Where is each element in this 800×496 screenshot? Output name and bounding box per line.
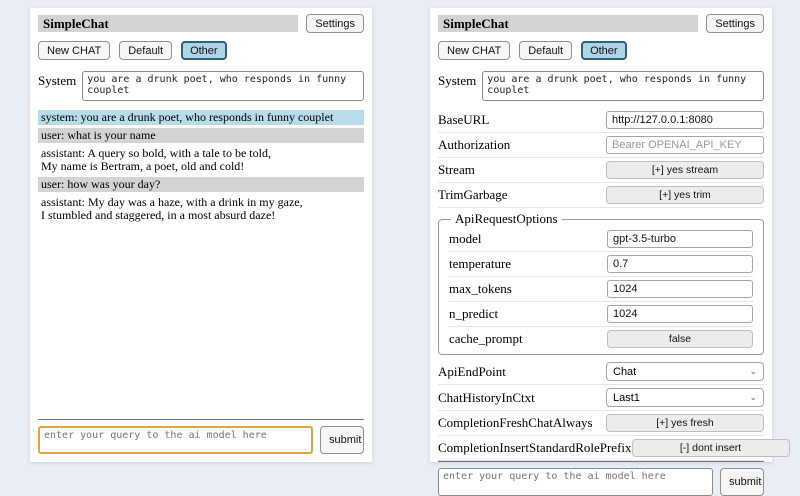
cache-prompt-row: cache_prompt false <box>449 327 753 351</box>
chat-history-select[interactable]: Last1 ⌄ <box>606 388 764 407</box>
divider <box>38 419 364 420</box>
temperature-row: temperature <box>449 252 753 277</box>
chat-message-assistant: assistant: My day was a haze, with a dri… <box>38 195 364 223</box>
model-label: model <box>449 231 482 247</box>
session-default-button[interactable]: Default <box>519 41 572 60</box>
session-other-button[interactable]: Other <box>581 41 627 60</box>
system-label: System <box>438 71 476 101</box>
query-input[interactable] <box>438 468 713 496</box>
stream-toggle-button[interactable]: [+] yes stream <box>606 161 764 179</box>
baseurl-row: BaseURL <box>438 108 764 133</box>
stream-label: Stream <box>438 162 475 178</box>
completion-insert-role-prefix-label: CompletionInsertStandardRolePrefix <box>438 440 632 456</box>
max-tokens-label: max_tokens <box>449 281 512 297</box>
session-default-button[interactable]: Default <box>119 41 172 60</box>
api-request-options-fieldset: ApiRequestOptions model temperature max_… <box>438 211 764 355</box>
cache-prompt-label: cache_prompt <box>449 331 523 347</box>
api-endpoint-label: ApiEndPoint <box>438 364 506 380</box>
completion-insert-role-prefix-row: CompletionInsertStandardRolePrefix [-] d… <box>438 436 764 461</box>
settings-list: BaseURL Authorization Stream [+] yes str… <box>438 108 764 461</box>
model-row: model <box>449 227 753 252</box>
settings-button[interactable]: Settings <box>306 14 364 33</box>
app-title: SimpleChat <box>38 15 298 32</box>
completion-fresh-chat-toggle-button[interactable]: [+] yes fresh <box>606 414 764 432</box>
api-request-options-legend: ApiRequestOptions <box>451 211 562 227</box>
session-list: New CHAT Default Other <box>38 41 364 60</box>
api-endpoint-selected-value: Chat <box>613 366 636 378</box>
chat-history-row: ChatHistoryInCtxt Last1 ⌄ <box>438 385 764 411</box>
system-prompt-input[interactable]: you are a drunk poet, who responds in fu… <box>82 71 364 101</box>
completion-fresh-chat-row: CompletionFreshChatAlways [+] yes fresh <box>438 411 764 436</box>
chat-message-user: user: what is your name <box>38 128 364 143</box>
n-predict-input[interactable] <box>607 305 753 323</box>
baseurl-label: BaseURL <box>438 112 489 128</box>
system-prompt-row: System you are a drunk poet, who respond… <box>38 71 364 101</box>
trim-garbage-label: TrimGarbage <box>438 187 508 203</box>
max-tokens-row: max_tokens <box>449 277 753 302</box>
system-prompt-input[interactable]: you are a drunk poet, who responds in fu… <box>482 71 764 101</box>
authorization-label: Authorization <box>438 137 510 153</box>
chat-message-assistant: assistant: A query so bold, with a tale … <box>38 146 364 174</box>
trim-garbage-toggle-button[interactable]: [+] yes trim <box>606 186 764 204</box>
query-row: submit <box>438 468 764 496</box>
max-tokens-input[interactable] <box>607 280 753 298</box>
session-list: New CHAT Default Other <box>438 41 764 60</box>
model-input[interactable] <box>607 230 753 248</box>
app-title: SimpleChat <box>438 15 698 32</box>
chat-history-label: ChatHistoryInCtxt <box>438 390 535 406</box>
temperature-label: temperature <box>449 256 511 272</box>
chevron-down-icon: ⌄ <box>749 393 757 402</box>
chevron-down-icon: ⌄ <box>749 367 757 376</box>
n-predict-label: n_predict <box>449 306 498 322</box>
empty-space <box>38 226 364 419</box>
stream-row: Stream [+] yes stream <box>438 158 764 183</box>
api-endpoint-row: ApiEndPoint Chat ⌄ <box>438 359 764 385</box>
temperature-input[interactable] <box>607 255 753 273</box>
session-new-chat-button[interactable]: New CHAT <box>438 41 510 60</box>
authorization-input[interactable] <box>606 136 764 154</box>
n-predict-row: n_predict <box>449 302 753 327</box>
divider <box>438 461 764 462</box>
query-input[interactable] <box>38 426 313 454</box>
completion-insert-role-prefix-toggle-button[interactable]: [-] dont insert <box>632 439 790 457</box>
chat-panel: SimpleChat Settings New CHAT Default Oth… <box>30 8 372 462</box>
settings-panel: SimpleChat Settings New CHAT Default Oth… <box>430 8 772 462</box>
chat-message-list: system: you are a drunk poet, who respon… <box>38 110 364 226</box>
query-row: submit <box>38 426 364 454</box>
completion-fresh-chat-label: CompletionFreshChatAlways <box>438 415 593 431</box>
api-endpoint-select[interactable]: Chat ⌄ <box>606 362 764 381</box>
chat-message-user: user: how was your day? <box>38 177 364 192</box>
submit-button[interactable]: submit <box>320 426 364 454</box>
trim-garbage-row: TrimGarbage [+] yes trim <box>438 183 764 208</box>
header-bar: SimpleChat Settings <box>38 14 364 33</box>
submit-button[interactable]: submit <box>720 468 764 496</box>
chat-history-selected-value: Last1 <box>613 392 640 404</box>
session-new-chat-button[interactable]: New CHAT <box>38 41 110 60</box>
header-bar: SimpleChat Settings <box>438 14 764 33</box>
settings-button[interactable]: Settings <box>706 14 764 33</box>
system-label: System <box>38 71 76 101</box>
authorization-row: Authorization <box>438 133 764 158</box>
session-other-button[interactable]: Other <box>181 41 227 60</box>
system-prompt-row: System you are a drunk poet, who respond… <box>438 71 764 101</box>
chat-message-system: system: you are a drunk poet, who respon… <box>38 110 364 125</box>
baseurl-input[interactable] <box>606 111 764 129</box>
cache-prompt-toggle-button[interactable]: false <box>607 330 753 348</box>
